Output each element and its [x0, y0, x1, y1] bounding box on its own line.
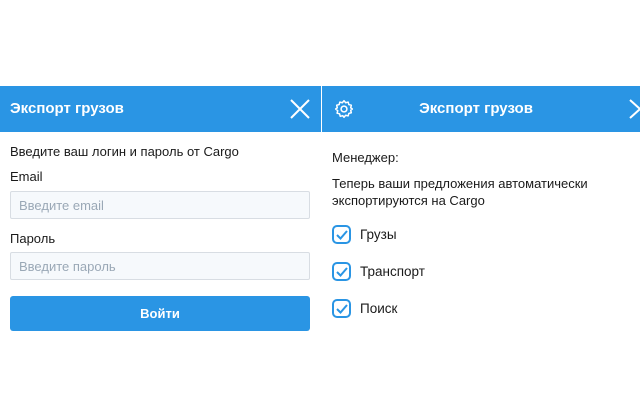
option-transport-checkbox[interactable]: Транспорт	[332, 262, 425, 281]
checkbox-checked-icon[interactable]	[332, 262, 351, 281]
email-label: Email	[10, 169, 43, 184]
option-label: Поиск	[360, 301, 398, 316]
chevron-right-icon[interactable]	[628, 98, 640, 120]
option-label: Грузы	[360, 227, 397, 242]
panel-title: Экспорт грузов	[10, 100, 124, 117]
message-line-1: Теперь ваши предложения автоматически	[332, 176, 588, 191]
login-button[interactable]: Войти	[10, 296, 310, 331]
password-input[interactable]	[10, 252, 310, 280]
option-search-checkbox[interactable]: Поиск	[332, 299, 397, 318]
message-line-2: экспортируются на Cargo	[332, 193, 485, 208]
manager-label: Менеджер:	[332, 150, 399, 165]
login-panel: Экспорт грузов Введите ваш логин и парол…	[0, 86, 321, 336]
settings-panel: Экспорт грузов Менеджер: Теперь ваши пре…	[322, 86, 640, 336]
close-icon[interactable]	[289, 98, 311, 120]
option-cargo-checkbox[interactable]: Грузы	[332, 225, 397, 244]
password-label: Пароль	[10, 231, 56, 246]
option-label: Транспорт	[360, 264, 425, 279]
login-intro: Введите ваш логин и пароль от Cargo	[10, 144, 239, 159]
checkbox-checked-icon[interactable]	[332, 225, 351, 244]
checkbox-checked-icon[interactable]	[332, 299, 351, 318]
login-header: Экспорт грузов	[0, 86, 321, 132]
panel-title: Экспорт грузов	[419, 100, 533, 117]
settings-header: Экспорт грузов	[322, 86, 640, 132]
email-input[interactable]	[10, 191, 310, 219]
